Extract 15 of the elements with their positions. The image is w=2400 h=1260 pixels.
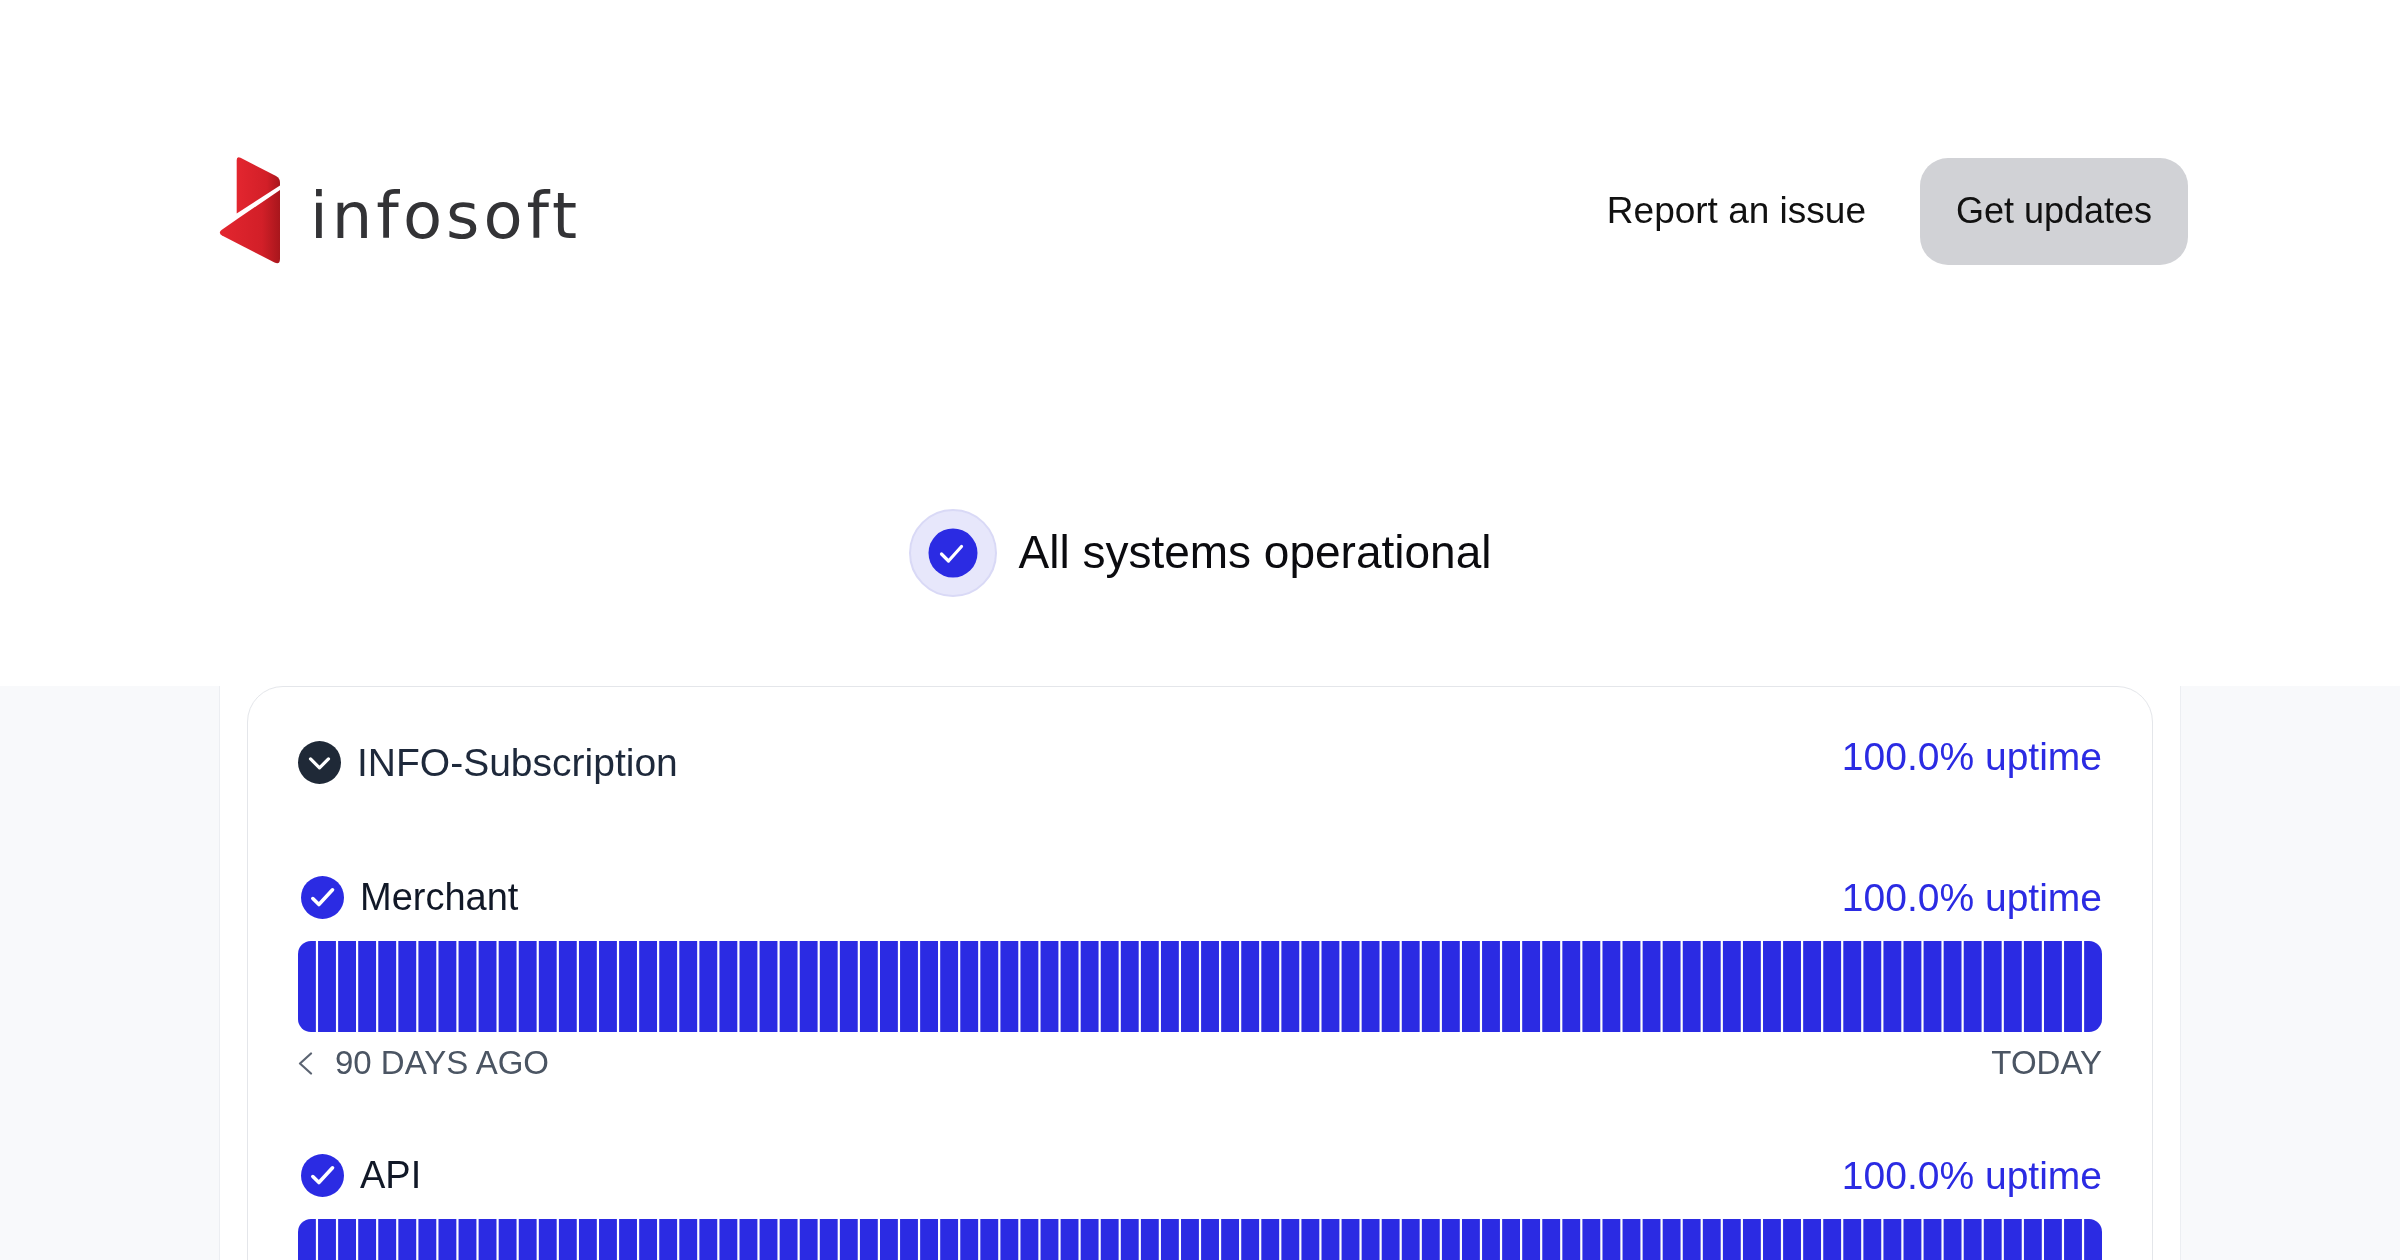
component-name: API <box>360 1154 422 1197</box>
component-name: Merchant <box>360 876 519 919</box>
logo-text: infosoft <box>310 184 582 248</box>
uptime-percentage: 100.0% uptime <box>1841 1154 2102 1197</box>
range-end-label: TODAY <box>1991 1043 2102 1084</box>
logo-icon <box>218 156 280 266</box>
report-issue-link[interactable]: Report an issue <box>1606 183 1866 239</box>
uptime-percentage: 100.0% uptime <box>1841 735 2102 778</box>
group-title: INFO-Subscription <box>357 741 678 784</box>
chevron-down-circle-icon[interactable] <box>298 741 341 784</box>
chevron-left-icon[interactable] <box>298 1051 313 1075</box>
range-start-label: 90 DAYS AGO <box>335 1043 549 1084</box>
uptime-percentage: 100.0% uptime <box>1841 876 2102 919</box>
get-updates-button[interactable]: Get updates <box>1920 157 2188 265</box>
status-headline: All systems operational <box>1018 525 1492 580</box>
